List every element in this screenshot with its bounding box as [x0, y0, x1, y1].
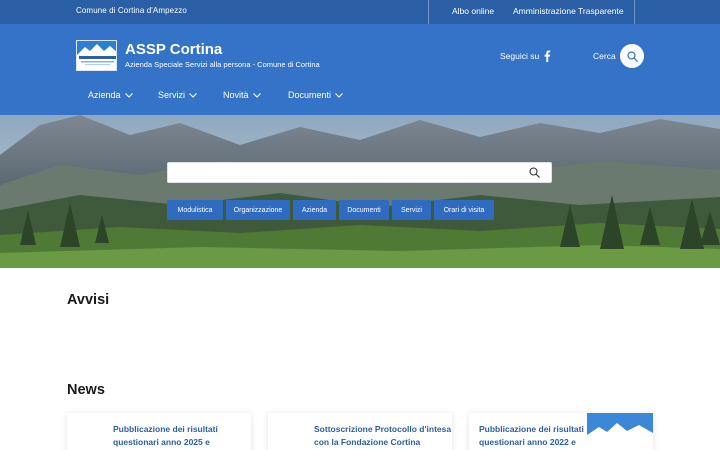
site-header: ASSP Cortina Azienda Speciale Servizi al…	[0, 24, 720, 115]
news-card-title[interactable]: Pubblicazione dei risultati questionari …	[479, 423, 585, 449]
chip-documenti[interactable]: Documenti	[339, 200, 389, 220]
nav-item-novita[interactable]: Novità	[223, 90, 261, 100]
site-logo[interactable]	[76, 40, 117, 71]
nav-item-label: Documenti	[288, 90, 332, 100]
facebook-icon[interactable]	[543, 50, 551, 62]
chip-azienda[interactable]: Azienda	[293, 200, 336, 220]
site-subtitle: Azienda Speciale Servizi alla persona - …	[125, 60, 320, 69]
news-title-line: Pubblicazione dei risultati	[113, 424, 218, 434]
chevron-down-icon	[124, 92, 133, 98]
news-title-line: Sottoscrizione Protocollo d'intesa	[314, 424, 452, 434]
search-icon	[626, 50, 638, 62]
chip-orari-di-visita[interactable]: Orari di visita	[434, 200, 494, 220]
chip-organizzazione[interactable]: Organizzazione	[226, 200, 290, 220]
news-card-title[interactable]: Sottoscrizione Protocollo d'intesa con l…	[314, 423, 451, 449]
hero-background-image	[0, 115, 720, 268]
social-label: Seguici su	[500, 51, 540, 61]
news-card[interactable]: Pubblicazione dei risultati questionari …	[67, 413, 251, 450]
topbar-divider	[428, 0, 429, 24]
news-card[interactable]: Sottoscrizione Protocollo d'intesa con l…	[268, 413, 452, 450]
section-title-news: News	[67, 382, 105, 398]
search-icon[interactable]	[529, 167, 540, 178]
news-card[interactable]: Pubblicazione dei risultati questionari …	[469, 413, 653, 450]
amministrazione-trasparente-link[interactable]: Amministrazione Trasparente	[513, 6, 624, 16]
news-title-line: questionari anno 2025 e	[113, 437, 210, 447]
hero-search-box[interactable]	[167, 162, 552, 183]
nav-item-label: Servizi	[158, 90, 186, 100]
nav-item-documenti[interactable]: Documenti	[288, 90, 343, 100]
topbar-divider	[634, 0, 635, 24]
header-search-button[interactable]	[620, 44, 644, 68]
news-title-line: con la Fondazione Cortina	[314, 437, 421, 447]
news-title-line: questionari anno 2022 e	[479, 437, 576, 447]
nav-item-label: Azienda	[88, 90, 121, 100]
hero-search-input[interactable]	[176, 163, 526, 183]
news-card-image[interactable]	[587, 413, 653, 450]
albo-online-link[interactable]: Albo online	[452, 6, 494, 16]
nav-item-servizi[interactable]: Servizi	[158, 90, 197, 100]
top-bar: Comune di Cortina d'Ampezzo Albo online …	[0, 0, 720, 24]
section-title-avvisi: Avvisi	[67, 292, 110, 308]
chip-servizi[interactable]: Servizi	[392, 200, 431, 220]
nav-item-azienda[interactable]: Azienda	[88, 90, 133, 100]
nav-item-label: Novità	[223, 90, 249, 100]
chevron-down-icon	[252, 92, 261, 98]
chevron-down-icon	[189, 92, 197, 98]
site-title[interactable]: ASSP Cortina	[125, 41, 222, 58]
hero-banner: Modulistica Organizzazione Azienda Docum…	[0, 115, 720, 268]
chevron-down-icon	[335, 92, 343, 98]
news-card-title[interactable]: Pubblicazione dei risultati questionari …	[113, 423, 218, 449]
news-title-line: Pubblicazione dei risultati	[479, 424, 584, 434]
search-label[interactable]: Cerca	[593, 51, 616, 61]
chip-modulistica[interactable]: Modulistica	[167, 200, 223, 220]
organization-link[interactable]: Comune di Cortina d'Ampezzo	[76, 6, 187, 15]
